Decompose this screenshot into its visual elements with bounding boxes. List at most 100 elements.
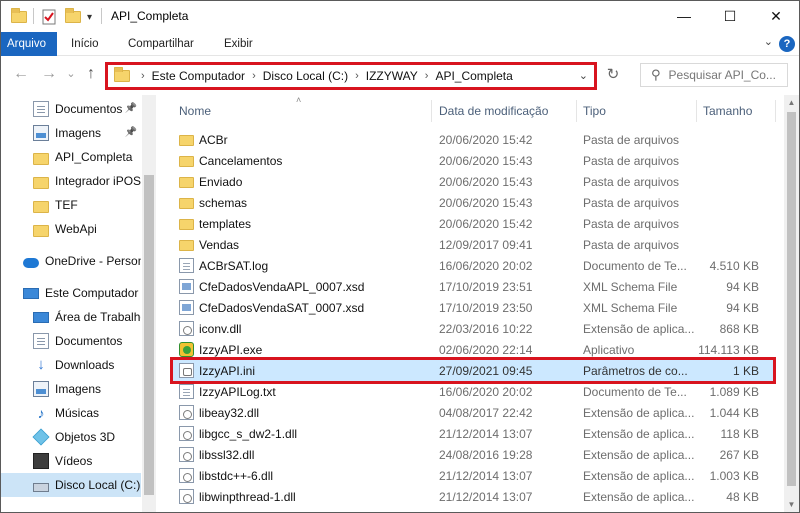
tab-exibir[interactable]: Exibir — [216, 32, 261, 56]
sort-caret-icon: ˄ — [296, 95, 302, 105]
file-row[interactable]: ACBrSAT.log 16/06/2020 20:02 Documento de … — [173, 255, 773, 276]
sidebar-item[interactable]: Vídeos — [1, 449, 141, 473]
breadcrumb-api-completa[interactable]: API_Completa — [435, 69, 512, 83]
sidebar-item[interactable]: Integrador iPOS — [1, 169, 141, 193]
file-row[interactable]: Cancelamentos 20/06/2020 15:43 Pasta de ar… — [173, 150, 773, 171]
file-name: schemas — [199, 196, 248, 210]
address-bar[interactable]: › Este Computador › Disco Local (C:) › I… — [105, 62, 597, 90]
computer-icon — [23, 287, 39, 299]
onedrive-icon — [23, 257, 39, 268]
file-row[interactable]: CfeDadosVendaSAT_0007.xsd 17/10/2019 23:5… — [173, 297, 773, 318]
file-row[interactable]: CfeDadosVendaAPL_0007.xsd 17/10/2019 23:5… — [173, 276, 773, 297]
sidebar-item-label: WebApi — [55, 222, 97, 236]
file-row[interactable]: libstdc++-6.dll 21/12/2014 13:07 Extensão … — [173, 465, 773, 486]
dll-file-icon — [179, 468, 194, 483]
title-bar: ▾ API_Completa — ☐ ✕ — [1, 1, 799, 32]
sidebar-item[interactable]: ↓ Downloads — [1, 353, 141, 377]
tab-inicio[interactable]: Início — [63, 32, 107, 56]
sidebar-item[interactable]: Este Computador — [1, 281, 141, 305]
sidebar-item[interactable]: Imagens — [1, 377, 141, 401]
tab-compartilhar[interactable]: Compartilhar — [120, 32, 202, 56]
back-icon[interactable]: ← — [11, 65, 31, 83]
file-type: Pasta de arquivos — [583, 133, 680, 147]
file-row[interactable]: libwinpthread-1.dll 21/12/2014 13:07 Exten… — [173, 486, 773, 507]
sidebar-item-label: Downloads — [55, 358, 115, 372]
vertical-scrollbar[interactable]: ▲ ▼ — [784, 95, 799, 512]
file-row[interactable]: Vendas 12/09/2017 09:41 Pasta de arquivos — [173, 234, 773, 255]
file-size: 48 KB — [726, 490, 759, 504]
sidebar-scrollbar-thumb[interactable] — [144, 175, 154, 495]
file-date: 16/06/2020 20:02 — [439, 385, 533, 399]
file-name: Enviado — [199, 175, 243, 189]
file-row[interactable]: ACBr 20/06/2020 15:42 Pasta de arquivos — [173, 129, 773, 150]
chevron-right-icon: › — [355, 70, 359, 82]
file-type: Extensão de aplica... — [583, 406, 695, 420]
file-type: Extensão de aplica... — [583, 427, 695, 441]
forward-icon[interactable]: → — [39, 65, 59, 83]
customize-toolbar-icon[interactable]: ▾ — [87, 8, 92, 26]
file-row[interactable]: Enviado 20/06/2020 15:43 Pasta de arquivos — [173, 171, 773, 192]
column-name[interactable]: Nome — [179, 104, 211, 118]
column-divider[interactable] — [775, 100, 776, 122]
column-size[interactable]: Tamanho — [703, 104, 752, 118]
refresh-icon[interactable]: ↻ — [601, 63, 625, 87]
sidebar-scrollbar[interactable] — [142, 95, 156, 512]
folder-icon — [179, 198, 194, 209]
sidebar-item[interactable]: Objetos 3D — [1, 425, 141, 449]
column-type[interactable]: Tipo — [583, 104, 606, 118]
recent-locations-icon[interactable]: ⌄ — [61, 67, 81, 80]
address-dropdown-icon[interactable]: ⌄ — [579, 69, 588, 82]
scroll-up-icon[interactable]: ▲ — [784, 95, 799, 110]
sidebar-item[interactable]: API_Completa — [1, 145, 141, 169]
sidebar-item-label: Músicas — [55, 406, 100, 420]
breadcrumb-izzyway[interactable]: IZZYWAY — [366, 69, 418, 83]
file-row[interactable]: schemas 20/06/2020 15:43 Pasta de arquivos — [173, 192, 773, 213]
sidebar-item[interactable]: TEF — [1, 193, 141, 217]
up-icon[interactable]: ↑ — [81, 65, 101, 83]
breadcrumb-disco-local[interactable]: Disco Local (C:) — [263, 69, 348, 83]
file-row[interactable]: iconv.dll 22/03/2016 10:22 Extensão de apl… — [173, 318, 773, 339]
desktop-icon — [33, 311, 49, 323]
sidebar-item-label: Documentos — [55, 334, 123, 348]
sidebar-item[interactable]: Documentos — [1, 329, 141, 353]
file-date: 20/06/2020 15:43 — [439, 175, 533, 189]
divider — [33, 8, 34, 24]
sidebar-item[interactable]: Disco Local (C:) — [1, 473, 141, 497]
sidebar-item[interactable]: WebApi — [1, 217, 141, 241]
maximize-button[interactable]: ☐ — [707, 1, 753, 31]
minimize-button[interactable]: — — [661, 1, 707, 31]
file-date: 20/06/2020 15:43 — [439, 154, 533, 168]
properties-icon[interactable] — [41, 8, 57, 26]
file-size: 4.510 KB — [709, 259, 759, 273]
file-row[interactable]: libgcc_s_dw2-1.dll 21/12/2014 13:07 Extens… — [173, 423, 773, 444]
sidebar-item[interactable]: Imagens 📌 — [1, 121, 141, 145]
file-row[interactable]: templates 20/06/2020 15:42 Pasta de arquiv… — [173, 213, 773, 234]
dll-file-icon — [179, 405, 194, 420]
sidebar-item[interactable]: OneDrive - Person — [1, 249, 141, 273]
file-row[interactable]: IzzyAPI.exe 02/06/2020 22:14 Aplicativo 114… — [173, 339, 773, 360]
scroll-down-icon[interactable]: ▼ — [784, 497, 799, 512]
sidebar-item[interactable]: Área de Trabalho — [1, 305, 141, 329]
downloads-icon: ↓ — [37, 356, 45, 373]
breadcrumb-este-computador[interactable]: Este Computador — [152, 69, 245, 83]
application-icon — [179, 342, 194, 357]
column-divider[interactable] — [431, 100, 432, 122]
file-name: CfeDadosVendaAPL_0007.xsd — [199, 280, 365, 294]
tab-arquivo[interactable]: Arquivo — [1, 32, 57, 56]
column-date[interactable]: Data de modificação — [439, 104, 548, 118]
expand-ribbon-icon[interactable]: ⌄ — [764, 35, 773, 48]
file-row[interactable]: libssl32.dll 24/08/2016 19:28 Extensão de … — [173, 444, 773, 465]
sidebar-item[interactable]: Documentos 📌 — [1, 97, 141, 121]
sidebar-item[interactable]: ♪ Músicas — [1, 401, 141, 425]
file-row[interactable]: libeay32.dll 04/08/2017 22:42 Extensão de … — [173, 402, 773, 423]
file-row[interactable]: IzzyAPILog.txt 16/06/2020 20:02 Documento … — [173, 381, 773, 402]
close-button[interactable]: ✕ — [753, 1, 799, 31]
column-divider[interactable] — [576, 100, 577, 122]
column-divider[interactable] — [696, 100, 697, 122]
new-folder-icon[interactable] — [65, 8, 81, 26]
help-icon[interactable]: ? — [779, 36, 795, 52]
search-input[interactable]: ⚲ Pesquisar API_Co... — [640, 63, 788, 87]
file-row[interactable]: IzzyAPI.ini 27/09/2021 09:45 Parâmetros de… — [170, 357, 776, 384]
text-document-icon — [179, 258, 194, 273]
scrollbar-thumb[interactable] — [787, 112, 796, 486]
